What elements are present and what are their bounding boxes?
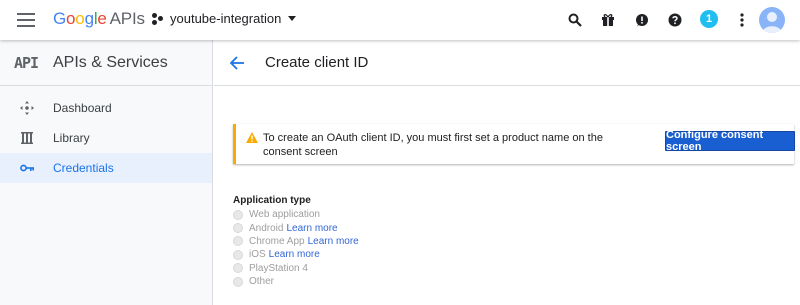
learn-more-link[interactable]: Learn more <box>308 236 359 247</box>
sidebar-item-credentials[interactable]: Credentials <box>0 153 212 183</box>
google-apis-logo[interactable]: Google APIs <box>53 9 145 29</box>
logo-letter: o <box>75 9 85 28</box>
help-icon[interactable] <box>665 10 685 30</box>
notification-badge[interactable]: 1 <box>700 10 718 28</box>
radio-option-playstation-4[interactable]: PlayStation 4 <box>233 262 359 275</box>
radio-button[interactable] <box>233 263 243 274</box>
learn-more-link[interactable]: Learn more <box>286 223 337 234</box>
sidebar-item-library[interactable]: Library <box>0 123 212 153</box>
avatar[interactable] <box>759 7 785 33</box>
main-content: Create client ID To create an OAuth clie… <box>214 40 800 305</box>
radio-option-ios[interactable]: iOS Learn more <box>233 248 359 261</box>
sidebar-item-label: Credentials <box>53 161 114 175</box>
radio-label: Chrome App <box>249 235 305 247</box>
radio-option-web-application[interactable]: Web application <box>233 208 359 221</box>
menu-icon[interactable] <box>17 13 35 27</box>
project-name: youtube-integration <box>170 11 282 26</box>
sidebar: API APIs & Services Dashboard Library Cr… <box>0 40 213 305</box>
radio-option-android[interactable]: Android Learn more <box>233 221 359 234</box>
top-app-bar: Google APIs youtube-integration 1 <box>0 0 800 40</box>
chevron-down-icon <box>288 16 297 21</box>
radio-label: Android <box>249 222 284 234</box>
logo-apis-text: APIs <box>109 9 145 28</box>
key-icon <box>20 161 34 175</box>
page-header: Create client ID <box>214 40 800 86</box>
radio-option-chrome-app[interactable]: Chrome App Learn more <box>233 235 359 248</box>
gift-icon[interactable] <box>598 10 618 30</box>
sidebar-item-label: Library <box>53 131 90 145</box>
radio-label: Web application <box>249 209 320 221</box>
radio-button[interactable] <box>233 223 243 234</box>
sidebar-title: APIs & Services <box>53 53 168 71</box>
logo-letter: o <box>66 9 76 28</box>
radio-label: Other <box>249 276 275 288</box>
sidebar-item-dashboard[interactable]: Dashboard <box>0 93 212 123</box>
warning-alert: To create an OAuth client ID, you must f… <box>233 124 795 164</box>
api-logo: API <box>14 53 39 72</box>
sidebar-item-label: Dashboard <box>53 101 112 115</box>
feedback-icon[interactable] <box>632 10 652 30</box>
radio-label: iOS <box>249 249 266 261</box>
radio-button[interactable] <box>233 276 243 287</box>
configure-consent-screen-button[interactable]: Configure consent screen <box>665 129 795 153</box>
radio-button[interactable] <box>233 209 243 220</box>
radio-button[interactable] <box>233 249 243 260</box>
project-selector[interactable]: youtube-integration <box>152 11 297 26</box>
dashboard-icon <box>20 101 34 115</box>
library-icon <box>20 131 34 145</box>
radio-button[interactable] <box>233 236 243 247</box>
logo-letter: g <box>84 9 94 28</box>
radio-label: PlayStation 4 <box>249 262 308 274</box>
radio-option-other[interactable]: Other <box>233 275 359 288</box>
search-icon[interactable] <box>565 10 585 30</box>
more-vert-icon[interactable] <box>732 10 752 30</box>
project-icon <box>152 12 164 25</box>
learn-more-link[interactable]: Learn more <box>269 249 320 260</box>
logo-letter: e <box>97 9 107 28</box>
application-type-group: Application type Web application Android… <box>233 195 359 288</box>
logo-letter: G <box>53 9 67 28</box>
application-type-label: Application type <box>233 195 311 206</box>
warning-icon <box>246 131 258 143</box>
alert-message: To create an OAuth client ID, you must f… <box>263 132 603 158</box>
page-title: Create client ID <box>265 54 369 71</box>
back-arrow-icon[interactable] <box>228 54 246 72</box>
sidebar-header: API APIs & Services <box>0 40 212 86</box>
